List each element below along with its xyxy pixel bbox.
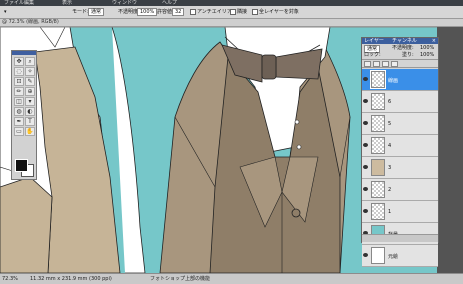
zoom-icon[interactable]: ⌕ [25,57,35,66]
contiguous-label: 隣接 [237,9,248,15]
contiguous-checkbox[interactable] [230,8,236,15]
layer-row[interactable]: 線画 [362,69,438,91]
layer-name: 2 [388,187,392,193]
layer-row[interactable]: 2 [362,179,438,201]
wand-icon[interactable]: ✧ [25,67,35,76]
eraser-icon[interactable]: ◫ [14,97,24,106]
layer-name: 3 [388,165,392,171]
visibility-eye-icon[interactable] [363,77,368,81]
layer-row[interactable]: 元絵 [362,245,438,267]
layer-row[interactable]: 1 [362,201,438,223]
layers-footer [362,234,438,242]
visibility-eye-icon[interactable] [363,99,368,103]
lock-all-icon[interactable] [391,61,398,67]
layer-thumbnail [371,115,385,132]
visibility-eye-icon[interactable] [363,165,368,169]
layer-thumbnail [371,159,385,176]
stamp-icon[interactable]: ⊕ [25,87,35,96]
layers-panel: レイヤー チャンネル × 通常 不透明度: 100% ロック: 塗り: 100%… [361,37,439,267]
layer-name: 線画 [388,78,399,84]
layer-name: 元絵 [388,254,399,260]
fill-label: 塗り: [402,52,414,58]
layer-thumbnail [370,70,386,89]
tolerance-input[interactable]: 32 [172,8,185,16]
brush-icon[interactable]: ✏ [14,87,24,96]
move-icon[interactable]: ✥ [14,57,24,66]
layer-name: 4 [388,143,392,149]
lasso-icon[interactable]: ◌ [14,67,24,76]
layer-thumbnail [371,203,385,220]
layer-thumbnail [371,137,385,154]
lock-icons [362,60,438,68]
visibility-eye-icon[interactable] [363,187,368,191]
visibility-eye-icon[interactable] [363,209,368,213]
pen-icon[interactable]: ✒ [14,117,24,126]
foreground-color-swatch[interactable] [15,159,28,172]
layer-thumbnail [371,181,385,198]
layer-name: 5 [388,121,392,127]
layer-controls: 通常 不透明度: 100% ロック: 塗り: 100% [362,44,438,60]
blur-icon[interactable]: ◍ [14,107,24,116]
document-title: @ 72.3% (線画, RGB/8) [2,19,59,25]
layer-row[interactable]: 3 [362,157,438,179]
layer-opacity-label: 不透明度: [392,45,414,51]
visibility-eye-icon[interactable] [363,253,368,257]
layer-name: 6 [388,99,392,105]
lock-paint-icon[interactable] [373,61,380,67]
color-swatches [15,159,34,177]
antialias-checkbox[interactable] [190,8,196,15]
bucket-icon[interactable]: ▾ [25,97,35,106]
lock-label: ロック: [364,52,381,58]
panel-dock [437,27,463,273]
lock-move-icon[interactable] [382,61,389,67]
all-layers-checkbox[interactable] [252,8,258,15]
hand-icon[interactable]: ✋ [25,127,35,136]
shape-icon[interactable]: ▭ [14,127,24,136]
layer-row[interactable]: 6 [362,91,438,113]
lock-transparency-icon[interactable] [364,61,371,67]
mode-select[interactable]: 通常 [88,8,105,16]
layer-thumbnail [371,93,385,110]
type-icon[interactable]: T [25,117,35,126]
tools-palette: ✥ ⌕ ◌ ✧ ⊡ ✎ ✏ ⊕ ◫ ▾ ◍ ◐ ✒ T ▭ ✋ [11,50,37,180]
layer-row[interactable]: 4 [362,135,438,157]
status-bar: 72.3% 11.32 mm x 231.9 mm (300 ppi) フォトシ… [0,273,463,284]
layer-thumbnail [371,247,385,264]
layer-name: 1 [388,209,392,215]
visibility-eye-icon[interactable] [363,121,368,125]
mode-label: モード: [72,9,89,15]
layer-opacity-value[interactable]: 100% [420,45,434,51]
eyedropper-icon[interactable]: ✎ [25,77,35,86]
crop-icon[interactable]: ⊡ [14,77,24,86]
bucket-tool-icon[interactable]: ▾ [4,8,7,16]
all-layers-label: 全レイヤーを対象 [259,9,299,15]
options-bar: ▾ モード: 通常 不透明度: 100% 許容値: 32 アンチエイリアス 隣接… [0,6,463,19]
dodge-icon[interactable]: ◐ [25,107,35,116]
opacity-input[interactable]: 100% [137,8,158,16]
fill-value[interactable]: 100% [420,52,434,58]
layer-row[interactable]: 5 [362,113,438,135]
visibility-eye-icon[interactable] [363,143,368,147]
document-tab[interactable]: @ 72.3% (線画, RGB/8) [0,19,463,27]
